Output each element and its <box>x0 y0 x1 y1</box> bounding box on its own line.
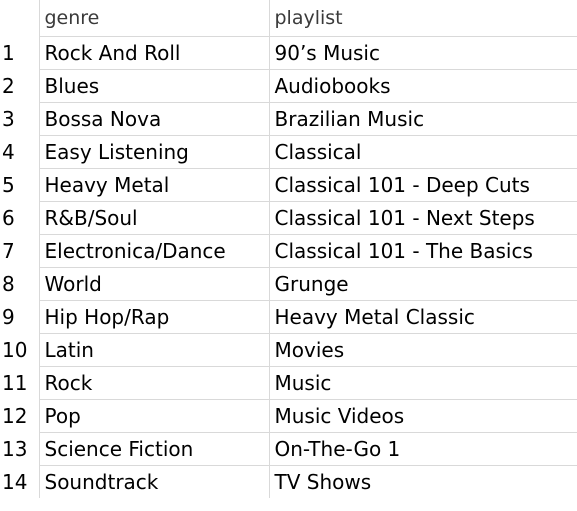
table-row[interactable]: 6 R&B/Soul Classical 101 - Next Steps <box>0 200 577 234</box>
playlist-cell[interactable]: Brazilian Music <box>268 101 577 135</box>
row-index: 14 <box>2 469 28 494</box>
genre-cell[interactable]: Rock And Roll <box>38 35 269 69</box>
playlist-cell[interactable]: Classical <box>268 134 577 168</box>
header-row: genre playlist <box>0 0 577 36</box>
table-row[interactable]: 9 Hip Hop/Rap Heavy Metal Classic <box>0 299 577 333</box>
playlist-cell[interactable]: Audiobooks <box>268 68 577 102</box>
table-header: genre playlist <box>0 0 577 36</box>
row-index: 3 <box>2 106 15 131</box>
table-row[interactable]: 2 Blues Audiobooks <box>0 68 577 102</box>
genre-column-header[interactable]: genre <box>38 0 269 36</box>
genre-cell[interactable]: World <box>38 266 269 300</box>
genre-cell[interactable]: Soundtrack <box>38 464 269 498</box>
playlist-column-header[interactable]: playlist <box>268 0 577 36</box>
genre-cell[interactable]: Blues <box>38 68 269 102</box>
genre-cell[interactable]: R&B/Soul <box>38 200 269 234</box>
playlist-cell[interactable]: Classical 101 - The Basics <box>268 233 577 267</box>
table-row[interactable]: 3 Bossa Nova Brazilian Music <box>0 101 577 135</box>
table-row[interactable]: 11 Rock Music <box>0 365 577 399</box>
playlist-cell[interactable]: Movies <box>268 332 577 366</box>
genre-cell[interactable]: Electronica/Dance <box>38 233 269 267</box>
playlist-cell[interactable]: Music Videos <box>268 398 577 432</box>
playlist-cell[interactable]: Heavy Metal Classic <box>268 299 577 333</box>
genre-cell[interactable]: Bossa Nova <box>38 101 269 135</box>
playlist-cell[interactable]: Grunge <box>268 266 577 300</box>
data-grid: genre playlist 1 Rock And Roll 90’s Music 2… <box>0 0 577 511</box>
row-index: 5 <box>2 172 15 197</box>
playlist-cell[interactable]: Classical 101 - Next Steps <box>268 200 577 234</box>
row-index: 10 <box>2 337 28 362</box>
row-index: 2 <box>2 73 15 98</box>
row-index: 9 <box>2 304 15 329</box>
row-index: 8 <box>2 271 15 296</box>
playlist-cell[interactable]: Music <box>268 365 577 399</box>
index-column-header <box>0 0 39 36</box>
table-row[interactable]: 4 Easy Listening Classical <box>0 134 577 168</box>
table-body: 1 Rock And Roll 90’s Music 2 Blues Audiobooks… <box>0 35 577 498</box>
table-row[interactable]: 1 Rock And Roll 90’s Music <box>0 35 577 69</box>
table-row[interactable]: 8 World Grunge <box>0 266 577 300</box>
table-row[interactable]: 13 Science Fiction On-The-Go 1 <box>0 431 577 465</box>
row-index: 13 <box>2 436 28 461</box>
row-index: 7 <box>2 238 15 263</box>
table-row[interactable]: 10 Latin Movies <box>0 332 577 366</box>
genre-cell[interactable]: Heavy Metal <box>38 167 269 201</box>
row-index: 1 <box>2 40 15 65</box>
genre-cell[interactable]: Rock <box>38 365 269 399</box>
row-index: 4 <box>2 139 15 164</box>
genre-cell[interactable]: Latin <box>38 332 269 366</box>
genre-cell[interactable]: Pop <box>38 398 269 432</box>
genre-cell[interactable]: Easy Listening <box>38 134 269 168</box>
playlist-cell[interactable]: 90’s Music <box>268 35 577 69</box>
genre-cell[interactable]: Science Fiction <box>38 431 269 465</box>
row-index: 11 <box>2 370 28 395</box>
playlist-cell[interactable]: TV Shows <box>268 464 577 498</box>
table-row[interactable]: 5 Heavy Metal Classical 101 - Deep Cuts <box>0 167 577 201</box>
data-table: genre playlist 1 Rock And Roll 90’s Music 2… <box>0 0 577 498</box>
table-row[interactable]: 7 Electronica/Dance Classical 101 - The Ba… <box>0 233 577 267</box>
playlist-cell[interactable]: Classical 101 - Deep Cuts <box>268 167 577 201</box>
playlist-cell[interactable]: On-The-Go 1 <box>268 431 577 465</box>
genre-cell[interactable]: Hip Hop/Rap <box>38 299 269 333</box>
table-row[interactable]: 14 Soundtrack TV Shows <box>0 464 577 498</box>
row-index: 12 <box>2 403 28 428</box>
table-row[interactable]: 12 Pop Music Videos <box>0 398 577 432</box>
row-index: 6 <box>2 205 15 230</box>
